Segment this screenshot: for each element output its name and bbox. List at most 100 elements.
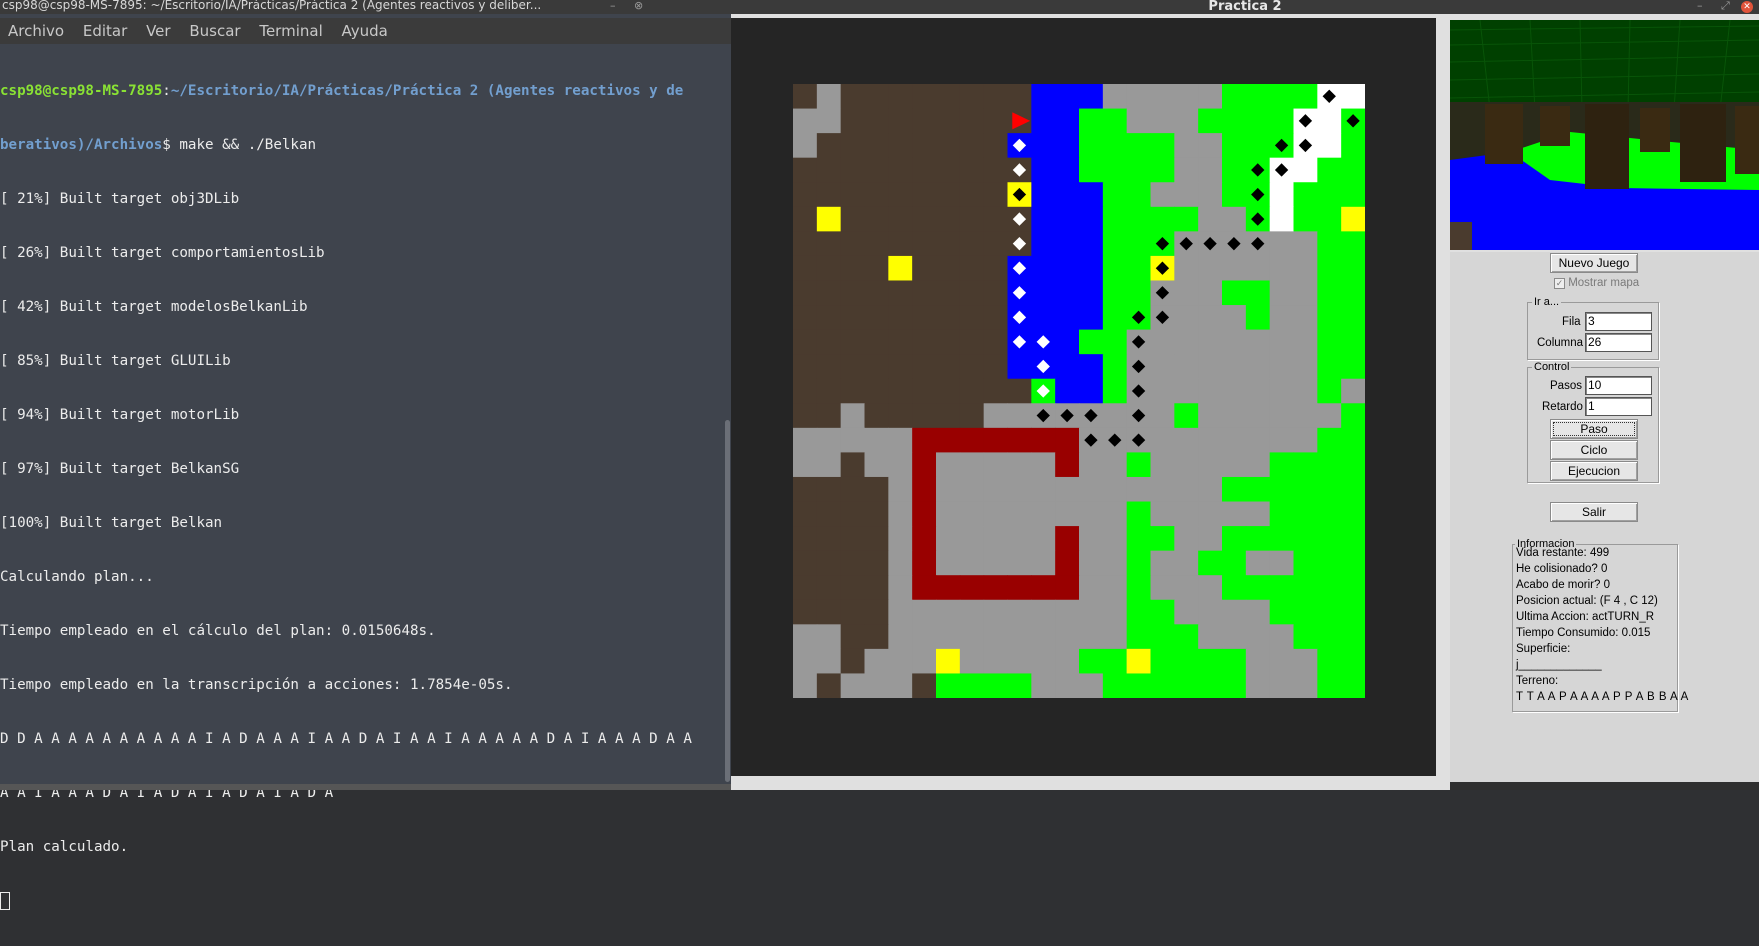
map-cell <box>793 329 818 355</box>
menu-ver[interactable]: Ver <box>146 18 171 44</box>
map-cell <box>1269 452 1294 478</box>
map-cell <box>864 526 889 552</box>
map-cell <box>983 255 1008 281</box>
map-cell <box>912 378 937 404</box>
map-cell <box>888 501 913 527</box>
map-cell <box>1341 427 1365 453</box>
map-cell <box>1198 599 1223 625</box>
minimize-icon[interactable]: – <box>1697 0 1703 13</box>
taskbar-strip <box>0 784 731 790</box>
mostrar-mapa-checkbox[interactable]: ✓ Mostrar mapa <box>1554 276 1639 290</box>
map-cell <box>936 427 961 453</box>
map-cell <box>1174 501 1199 527</box>
map-cell <box>888 84 913 110</box>
map-cell <box>1222 673 1247 698</box>
map-cell <box>1245 280 1271 306</box>
ejecucion-button[interactable]: Ejecucion <box>1550 461 1638 481</box>
map-cell <box>1341 599 1365 625</box>
map-cell <box>1079 157 1104 183</box>
map-cell <box>1317 403 1342 429</box>
map-cell <box>1102 624 1128 650</box>
map-cell <box>936 206 961 232</box>
map-cell <box>1007 84 1032 110</box>
menu-ayuda[interactable]: Ayuda <box>342 18 388 44</box>
map-cell <box>1174 305 1199 331</box>
retardo-input[interactable]: 1 <box>1585 397 1652 416</box>
menu-terminal[interactable]: Terminal <box>259 18 322 44</box>
fila-input[interactable]: 3 <box>1585 312 1652 331</box>
map-cell <box>1341 403 1365 429</box>
map-cell <box>1126 501 1151 527</box>
map-cell <box>1102 501 1128 527</box>
close-icon[interactable]: ⊗ <box>634 0 643 13</box>
map-cell <box>1293 452 1318 478</box>
map-cell <box>983 403 1008 429</box>
map-cell <box>793 255 818 281</box>
map-cell <box>816 403 842 429</box>
map-cell <box>888 206 913 232</box>
map-cell <box>1245 84 1271 110</box>
map-cell <box>1055 354 1080 380</box>
menu-archivo[interactable]: Archivo <box>8 18 64 44</box>
map-cell <box>959 427 985 453</box>
restore-icon[interactable]: ⤢ <box>1721 0 1730 13</box>
map-cell <box>1126 108 1151 134</box>
map-cell <box>1031 305 1056 331</box>
map-cell <box>1222 403 1247 429</box>
map-cell <box>1245 476 1271 503</box>
paso-button[interactable]: Paso <box>1550 419 1638 439</box>
map-cell <box>1317 231 1342 257</box>
map-cell <box>1269 526 1294 552</box>
map-cell <box>864 599 889 625</box>
map-cell <box>1126 599 1151 625</box>
output-line: [ 21%] Built target obj3DLib <box>0 191 240 207</box>
map-cell <box>936 526 961 552</box>
map-cell <box>1174 378 1199 404</box>
map-cell <box>1341 231 1365 257</box>
columna-input[interactable]: 26 <box>1585 333 1652 352</box>
map-cell <box>1031 452 1056 478</box>
terminal-output[interactable]: csp98@csp98-MS-7895:~/Escritorio/IA/Prác… <box>0 46 720 946</box>
menu-buscar[interactable]: Buscar <box>189 18 240 44</box>
prompt-path: ~/Escritorio/IA/Prácticas/Práctica 2 (Ag… <box>170 83 684 99</box>
sky-grid <box>1450 20 1759 111</box>
map-cell <box>1079 305 1104 331</box>
map-cell <box>816 329 842 355</box>
map-cell <box>1007 452 1032 478</box>
terminal-scroll-thumb[interactable] <box>725 420 730 782</box>
map-cell <box>1126 133 1151 159</box>
map-cell <box>912 550 937 576</box>
pasos-input[interactable]: 10 <box>1585 376 1652 395</box>
minimize-icon[interactable]: – <box>610 0 616 13</box>
map-cell <box>1174 206 1199 232</box>
map-cell <box>1245 452 1271 478</box>
map-cell <box>1245 501 1271 527</box>
output-line: Calculando plan... <box>0 569 154 585</box>
map-cell <box>840 403 865 429</box>
map-cell <box>1102 550 1128 576</box>
map-cell <box>1222 280 1247 306</box>
map-cell <box>983 427 1008 453</box>
menu-editar[interactable]: Editar <box>83 18 127 44</box>
map-cell <box>840 599 865 625</box>
map-cell <box>912 575 937 601</box>
map-cell <box>840 329 865 355</box>
map-cell <box>912 329 937 355</box>
map-cell <box>912 501 937 527</box>
map-cell <box>1198 206 1223 232</box>
map-cell <box>888 575 913 601</box>
map-cell <box>959 526 985 552</box>
map-cell <box>1126 452 1151 478</box>
ciclo-button[interactable]: Ciclo <box>1550 440 1638 460</box>
map-cell <box>983 280 1008 306</box>
close-icon[interactable]: ✕ <box>1741 1 1753 13</box>
map-cell <box>1079 648 1104 674</box>
checkbox-icon[interactable]: ✓ <box>1554 278 1565 289</box>
nuevo-juego-button[interactable]: Nuevo Juego <box>1550 253 1638 273</box>
salir-button[interactable]: Salir <box>1550 502 1638 522</box>
map-cell <box>1079 182 1104 208</box>
map-cell <box>1293 476 1318 503</box>
map-cell <box>1055 255 1080 281</box>
map-cell <box>1341 305 1365 331</box>
map-cell <box>936 476 961 503</box>
